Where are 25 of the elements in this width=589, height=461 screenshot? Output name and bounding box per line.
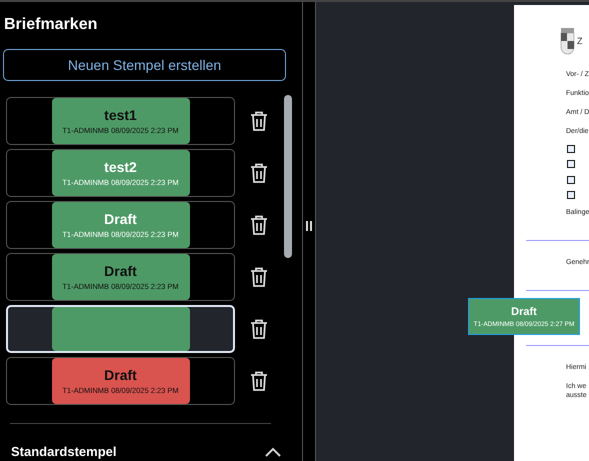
- stamp-title: Draft: [511, 306, 537, 318]
- section-title: Standardstempel: [11, 444, 116, 459]
- stamp-title: Draft: [104, 367, 137, 383]
- scrollbar-thumb[interactable]: [284, 95, 292, 258]
- trash-icon[interactable]: [250, 267, 268, 287]
- checkbox[interactable]: [567, 176, 575, 184]
- stamp-title: Draft: [104, 211, 137, 227]
- shield-icon: [560, 27, 575, 55]
- document-header: Z: [577, 36, 582, 46]
- stamp-card[interactable]: [6, 305, 235, 353]
- create-stamp-button[interactable]: Neuen Stempel erstellen: [3, 49, 286, 81]
- grip-icon[interactable]: [306, 220, 312, 230]
- panel-title: Briefmarken: [4, 16, 98, 34]
- stamp-title: test2: [104, 159, 137, 175]
- checkbox[interactable]: [567, 191, 575, 200]
- chevron-up-icon[interactable]: [265, 446, 281, 456]
- stamp-title: Draft: [104, 263, 137, 279]
- trash-icon[interactable]: [250, 163, 268, 183]
- trash-icon[interactable]: [250, 319, 268, 339]
- stamp-title: test1: [104, 107, 137, 123]
- trash-icon[interactable]: [250, 111, 268, 131]
- checkbox[interactable]: [567, 160, 575, 168]
- trash-icon[interactable]: [250, 215, 268, 235]
- checkbox[interactable]: [567, 144, 575, 153]
- trash-icon[interactable]: [250, 371, 268, 391]
